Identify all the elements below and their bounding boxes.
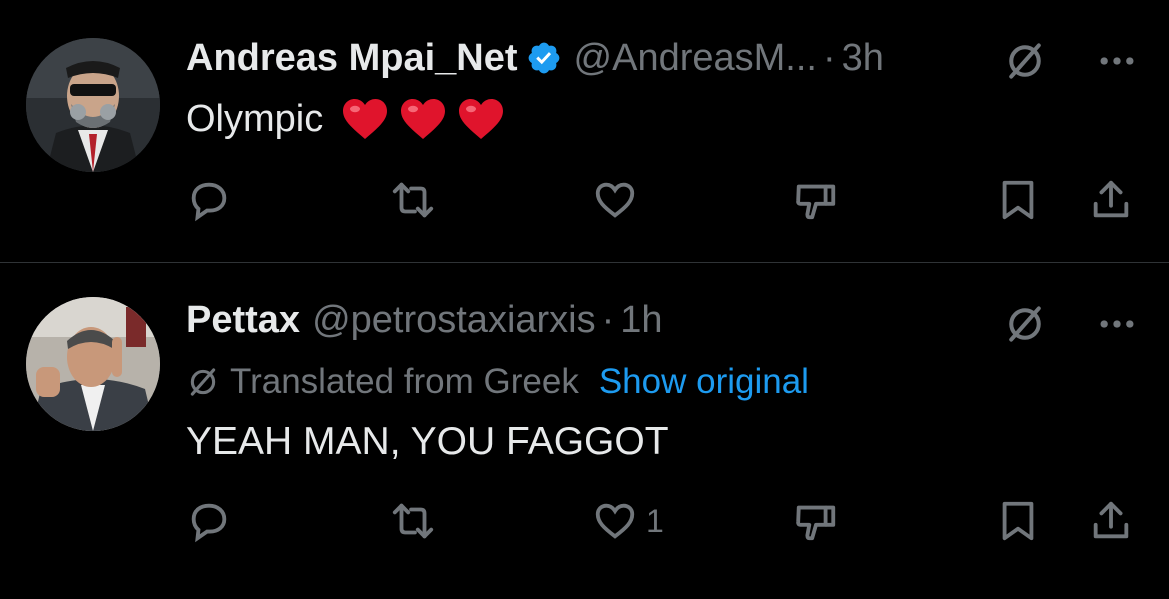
reply-icon: [191, 182, 227, 222]
bookmark-button[interactable]: [995, 495, 1041, 547]
bookmark-icon: [1002, 501, 1034, 541]
separator-dot: ·: [601, 298, 615, 341]
red-heart-emoji: [343, 99, 388, 139]
retweet-icon: [392, 182, 434, 218]
reply-icon: [191, 503, 227, 543]
verified-icon: [528, 42, 559, 74]
translated-from-label: Translated from Greek: [230, 362, 579, 401]
tweet[interactable]: Andreas Mpai_Net @AndreasM... · 3h Olymp…: [0, 0, 1169, 263]
retweet-button[interactable]: [390, 495, 444, 547]
translation-notice: Translated from Greek Show original: [186, 359, 809, 405]
bookmark-icon: [1002, 180, 1034, 220]
share-icon: [1093, 180, 1129, 218]
grok-icon[interactable]: [1003, 39, 1047, 83]
show-original-link[interactable]: Show original: [599, 362, 809, 402]
like-icon: [595, 503, 635, 539]
like-count: 1: [646, 502, 664, 539]
author-handle[interactable]: @AndreasM...: [574, 37, 817, 80]
separator-dot: ·: [822, 36, 836, 79]
tweet-text: YEAH MAN, YOU FAGGOT: [186, 415, 669, 469]
translate-icon: [190, 368, 216, 396]
author-name[interactable]: Pettax: [186, 299, 300, 342]
share-button[interactable]: [1088, 174, 1134, 226]
reply-button[interactable]: [186, 174, 240, 226]
red-heart-emoji: [401, 99, 446, 139]
dislike-button[interactable]: [793, 174, 839, 226]
tweet-actions: [0, 174, 1169, 226]
dislike-icon: [796, 184, 836, 220]
more-icon[interactable]: [1095, 302, 1139, 346]
retweet-icon: [392, 503, 434, 539]
tweet-header-actions: [1003, 299, 1139, 349]
dislike-icon: [796, 505, 836, 541]
tweet[interactable]: Pettax @petrostaxiarxis · 1h Translated …: [0, 263, 1169, 599]
red-heart-emoji: [459, 99, 504, 139]
bookmark-button[interactable]: [995, 174, 1041, 226]
reply-button[interactable]: [186, 495, 240, 547]
like-icon: [595, 182, 635, 218]
author-handle[interactable]: @petrostaxiarxis: [312, 299, 596, 342]
tweet-text-content: Olympic: [186, 97, 324, 140]
avatar[interactable]: [26, 297, 160, 431]
tweet-text-content: YEAH MAN, YOU FAGGOT: [186, 420, 669, 463]
share-button[interactable]: [1088, 495, 1134, 547]
grok-icon[interactable]: [1003, 302, 1047, 346]
timestamp[interactable]: 1h: [620, 299, 662, 342]
more-icon[interactable]: [1095, 39, 1139, 83]
tweet-header-actions: [1003, 36, 1139, 86]
retweet-button[interactable]: [390, 174, 444, 226]
tweet-text: Olympic: [186, 94, 515, 144]
heart-emojis: [341, 97, 515, 141]
avatar[interactable]: [26, 38, 160, 172]
share-icon: [1093, 501, 1129, 539]
author-name[interactable]: Andreas Mpai_Net: [186, 37, 518, 80]
timestamp[interactable]: 3h: [842, 37, 884, 80]
tweet-header: Andreas Mpai_Net @AndreasM... · 3h: [186, 33, 884, 83]
dislike-button[interactable]: [793, 495, 839, 547]
like-button[interactable]: 1: [592, 495, 664, 547]
like-button[interactable]: [592, 174, 646, 226]
tweet-actions: 1: [0, 495, 1169, 547]
tweet-header: Pettax @petrostaxiarxis · 1h: [186, 295, 663, 345]
